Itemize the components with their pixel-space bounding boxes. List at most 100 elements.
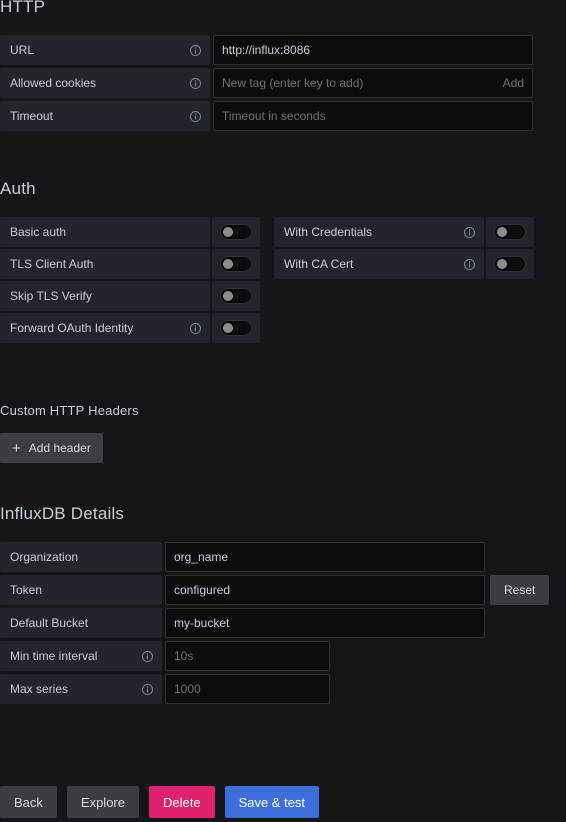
explore-button[interactable]: Explore	[66, 786, 139, 818]
info-icon	[463, 258, 476, 271]
switch-knob	[223, 323, 233, 333]
field-row-timeout: Timeout Timeout in seconds	[0, 101, 566, 131]
switch-track	[220, 320, 252, 336]
input-default-bucket[interactable]: my-bucket	[165, 608, 485, 638]
input-value: 1000	[174, 682, 201, 696]
http-fields: URL http://influx:8086 Allowed cookies New …	[0, 35, 566, 131]
field-label-min-time-interval: Min time interval	[0, 641, 162, 671]
auth-rows: Basic auth With Credentials TLS Client Aut…	[0, 217, 566, 345]
custom-http-headers-title: Custom HTTP Headers	[0, 403, 139, 418]
auth-field-skip-tls-verify: Skip TLS Verify	[0, 281, 260, 311]
auth-field-tls-client-auth: TLS Client Auth	[0, 249, 260, 279]
field-label-url: URL	[0, 35, 210, 65]
input-min-time-interval[interactable]: 10s	[165, 641, 330, 671]
field-label-organization: Organization	[0, 542, 162, 572]
back-button[interactable]: Back	[0, 786, 57, 818]
field-label-max-series: Max series	[0, 674, 162, 704]
toggle-basic-auth[interactable]	[212, 217, 260, 247]
switch-knob	[223, 227, 233, 237]
influxdb-details-section: InfluxDB Details Organization org_name Tok…	[0, 505, 566, 707]
add-header-button[interactable]: + Add header	[0, 433, 103, 463]
input-max-series[interactable]: 1000	[165, 674, 330, 704]
influxdb-details-title: InfluxDB Details	[0, 504, 125, 523]
action-bar: Back Explore Delete Save & test	[0, 786, 566, 818]
field-label-text: Min time interval	[10, 649, 98, 663]
field-label-text: With CA Cert	[284, 257, 354, 271]
field-label-text: Forward OAuth Identity	[10, 321, 134, 335]
switch-knob	[497, 259, 507, 269]
switch-track	[220, 224, 252, 240]
field-row-max-series: Max series 1000	[0, 674, 566, 704]
input-timeout[interactable]: Timeout in seconds	[213, 101, 533, 131]
field-label-default-bucket: Default Bucket	[0, 608, 162, 638]
switch-knob	[223, 291, 233, 301]
switch-track	[494, 224, 526, 240]
field-label-text: Token	[10, 583, 43, 597]
toggle-with-credentials[interactable]	[486, 217, 534, 247]
influxdb-fields: Organization org_name Token configured Reset…	[0, 542, 566, 704]
input-value: New tag (enter key to add)	[222, 76, 364, 90]
toggle-forward-oauth-identity[interactable]	[212, 313, 260, 343]
field-row-min-time-interval: Min time interval 10s	[0, 641, 566, 671]
field-label-text: TLS Client Auth	[10, 257, 94, 271]
info-icon	[189, 110, 202, 123]
auth-row: TLS Client Auth With CA Cert	[0, 249, 566, 279]
field-label-text: Allowed cookies	[10, 76, 97, 90]
auth-row: Basic auth With Credentials	[0, 217, 566, 247]
field-label-basic-auth: Basic auth	[0, 217, 210, 247]
field-label-forward-oauth-identity: Forward OAuth Identity	[0, 313, 210, 343]
auth-field-with-ca-cert: With CA Cert	[274, 249, 534, 279]
input-url[interactable]: http://influx:8086	[213, 35, 533, 65]
switch-knob	[497, 227, 507, 237]
input-value: my-bucket	[174, 616, 230, 630]
reset-token-button[interactable]: Reset	[490, 575, 550, 605]
field-row-default-bucket: Default Bucket my-bucket	[0, 608, 566, 638]
info-icon	[189, 44, 202, 57]
auth-section: Auth Basic auth With Credentials TLS Clien…	[0, 180, 566, 345]
field-label-with-credentials: With Credentials	[274, 217, 484, 247]
save-test-button[interactable]: Save & test	[224, 786, 320, 818]
input-value: org_name	[174, 550, 229, 564]
auth-section-title: Auth	[0, 179, 36, 198]
auth-row: Forward OAuth Identity	[0, 313, 566, 343]
auth-field-with-credentials: With Credentials	[274, 217, 534, 247]
field-label-timeout: Timeout	[0, 101, 210, 131]
add-header-label: Add header	[28, 441, 91, 455]
field-label-allowed-cookies: Allowed cookies	[0, 68, 210, 98]
auth-field-basic-auth: Basic auth	[0, 217, 260, 247]
custom-http-headers-section: Custom HTTP Headers + Add header	[0, 404, 566, 463]
field-label-token: Token	[0, 575, 162, 605]
input-token[interactable]: configured	[165, 575, 485, 605]
delete-button[interactable]: Delete	[148, 786, 215, 818]
field-label-text: Default Bucket	[10, 616, 89, 630]
input-allowed-cookies[interactable]: New tag (enter key to add) Add	[213, 68, 533, 98]
toggle-tls-client-auth[interactable]	[212, 249, 260, 279]
input-organization[interactable]: org_name	[165, 542, 485, 572]
field-label-text: Timeout	[10, 109, 53, 123]
auth-field-forward-oauth-identity: Forward OAuth Identity	[0, 313, 260, 343]
auth-row: Skip TLS Verify	[0, 281, 566, 311]
field-row-url: URL http://influx:8086	[0, 35, 566, 65]
info-icon	[189, 322, 202, 335]
add-tag-button[interactable]: Add	[493, 76, 524, 90]
custom-http-headers-body: + Add header	[0, 433, 566, 463]
field-label-text: Skip TLS Verify	[10, 289, 92, 303]
toggle-with-ca-cert[interactable]	[486, 249, 534, 279]
switch-track	[220, 256, 252, 272]
input-value: configured	[174, 583, 231, 597]
info-icon	[463, 226, 476, 239]
http-section-title: HTTP	[0, 0, 46, 16]
field-label-with-ca-cert: With CA Cert	[274, 249, 484, 279]
switch-track	[220, 288, 252, 304]
plus-icon: +	[12, 439, 21, 457]
action-buttons: Back Explore Delete Save & test	[0, 786, 566, 818]
toggle-skip-tls-verify[interactable]	[212, 281, 260, 311]
info-icon	[141, 650, 154, 663]
field-label-text: URL	[10, 43, 35, 57]
field-row-organization: Organization org_name	[0, 542, 566, 572]
input-value: Timeout in seconds	[222, 109, 326, 123]
field-label-skip-tls-verify: Skip TLS Verify	[0, 281, 210, 311]
field-row-token: Token configured Reset	[0, 575, 566, 605]
switch-track	[494, 256, 526, 272]
field-label-text: Basic auth	[10, 225, 67, 239]
